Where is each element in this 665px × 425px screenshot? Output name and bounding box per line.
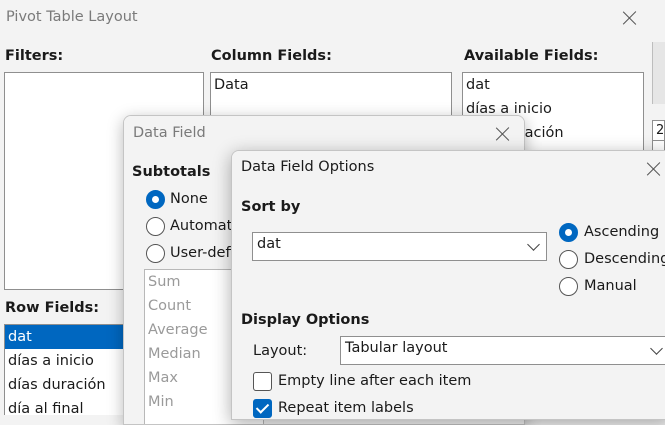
sort-by-select[interactable]: dat xyxy=(252,232,547,261)
pivot-layout-title: Pivot Table Layout xyxy=(6,9,138,25)
data-field-options-dialog: Data Field Options Sort by dat Ascending… xyxy=(231,150,665,420)
sort-by-label: Sort by xyxy=(241,199,301,215)
options-titlebar: Data Field Options xyxy=(232,151,665,187)
subtotal-automatic-radio[interactable] xyxy=(146,217,165,236)
sort-ascending-radio[interactable] xyxy=(559,223,578,242)
available-fields-label: Available Fields: xyxy=(464,48,599,64)
sort-manual-radio[interactable] xyxy=(559,277,578,296)
chevron-down-icon xyxy=(650,342,663,355)
subtotal-none-label: None xyxy=(170,191,208,207)
side-spin-button[interactable]: 2 xyxy=(652,120,665,142)
column-fields-label: Column Fields: xyxy=(211,48,332,64)
side-scroll-edge xyxy=(652,42,665,104)
sort-ascending-label: Ascending xyxy=(584,224,660,240)
filters-label: Filters: xyxy=(5,48,64,64)
close-icon[interactable] xyxy=(494,125,512,143)
sort-descending-label: Descending xyxy=(584,251,665,267)
sort-by-value: dat xyxy=(257,236,281,252)
empty-line-label: Empty line after each item xyxy=(278,373,472,389)
layout-value: Tabular layout xyxy=(345,340,448,356)
row-field-item[interactable]: días duración xyxy=(5,373,125,397)
row-fields-list[interactable]: dat días a inicio días duración día al f… xyxy=(4,324,126,415)
close-icon[interactable] xyxy=(621,9,639,27)
layout-select[interactable]: Tabular layout xyxy=(340,336,665,365)
chevron-down-icon xyxy=(527,238,540,251)
column-field-item[interactable]: Data xyxy=(211,73,451,97)
row-field-item-selected[interactable]: dat xyxy=(5,325,125,349)
subtotals-label: Subtotals xyxy=(132,164,211,180)
repeat-item-labels-label: Repeat item labels xyxy=(278,400,414,416)
empty-line-checkbox[interactable] xyxy=(253,372,272,391)
row-fields-label: Row Fields: xyxy=(5,300,100,316)
data-field-titlebar: Data Field xyxy=(124,116,524,152)
row-field-item[interactable]: día al final xyxy=(5,397,125,415)
options-title: Data Field Options xyxy=(241,159,375,175)
data-field-title: Data Field xyxy=(133,125,206,141)
sort-manual-label: Manual xyxy=(584,278,637,294)
available-field-item[interactable]: dat xyxy=(463,73,643,97)
pivot-layout-titlebar: Pivot Table Layout xyxy=(0,0,665,36)
layout-label: Layout: xyxy=(253,343,308,359)
display-options-label: Display Options xyxy=(241,312,370,328)
side-spin-label: 2 xyxy=(656,123,665,138)
repeat-item-labels-checkbox[interactable] xyxy=(253,399,272,418)
subtotal-user-defined-radio[interactable] xyxy=(146,244,165,263)
row-field-item[interactable]: días a inicio xyxy=(5,349,125,373)
close-icon[interactable] xyxy=(645,160,663,178)
subtotal-none-radio[interactable] xyxy=(146,190,165,209)
sort-descending-radio[interactable] xyxy=(559,250,578,269)
